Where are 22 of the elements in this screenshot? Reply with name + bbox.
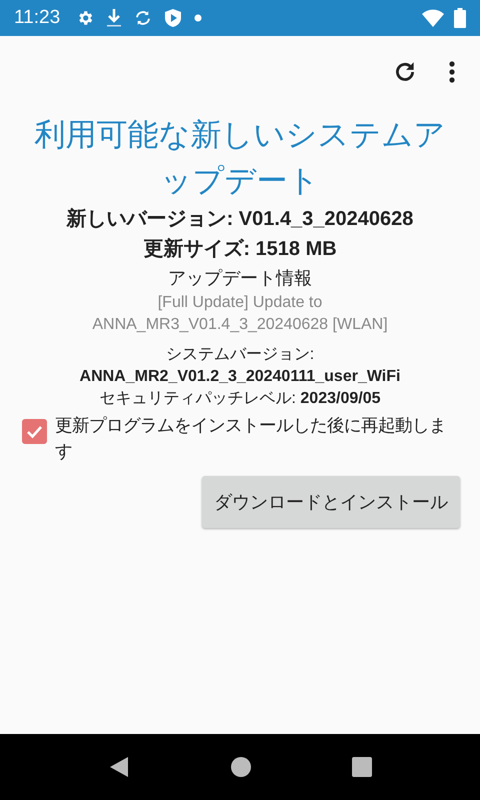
- wifi-icon: [422, 9, 444, 27]
- system-version-value: ANNA_MR2_V01.2_3_20240111_user_WiFi: [80, 367, 400, 387]
- restart-option-label: 更新プログラムをインストールした後に再起動します: [55, 414, 447, 463]
- update-description: [Full Update] Update to ANNA_MR3_V01.4_3_20240628 [WLAN]: [91, 293, 389, 335]
- update-size-text: 更新サイズ: 1518 MB: [143, 236, 337, 262]
- check-icon: [26, 424, 43, 438]
- restart-checkbox[interactable]: [22, 419, 47, 444]
- more-icon: [448, 60, 456, 84]
- system-version-label: システムバージョン:: [166, 345, 314, 365]
- download-icon: [106, 8, 122, 28]
- info-heading: アップデート情報: [168, 267, 312, 290]
- new-version-text: 新しいバージョン: V01.4_3_20240628: [66, 206, 414, 232]
- page-title: 利用可能な新しいシステムアップデート: [34, 116, 446, 200]
- battery-icon: [454, 8, 466, 28]
- shield-icon: [164, 8, 182, 28]
- sync-icon: [134, 9, 152, 27]
- back-button[interactable]: [108, 755, 130, 779]
- download-install-button[interactable]: ダウンロードとインストール: [202, 476, 460, 528]
- security-patch-text: セキュリティパッチレベル: 2023/09/05: [100, 389, 380, 409]
- clock: 11:23: [14, 7, 60, 29]
- home-button[interactable]: [230, 756, 252, 778]
- dot-icon: [194, 14, 202, 22]
